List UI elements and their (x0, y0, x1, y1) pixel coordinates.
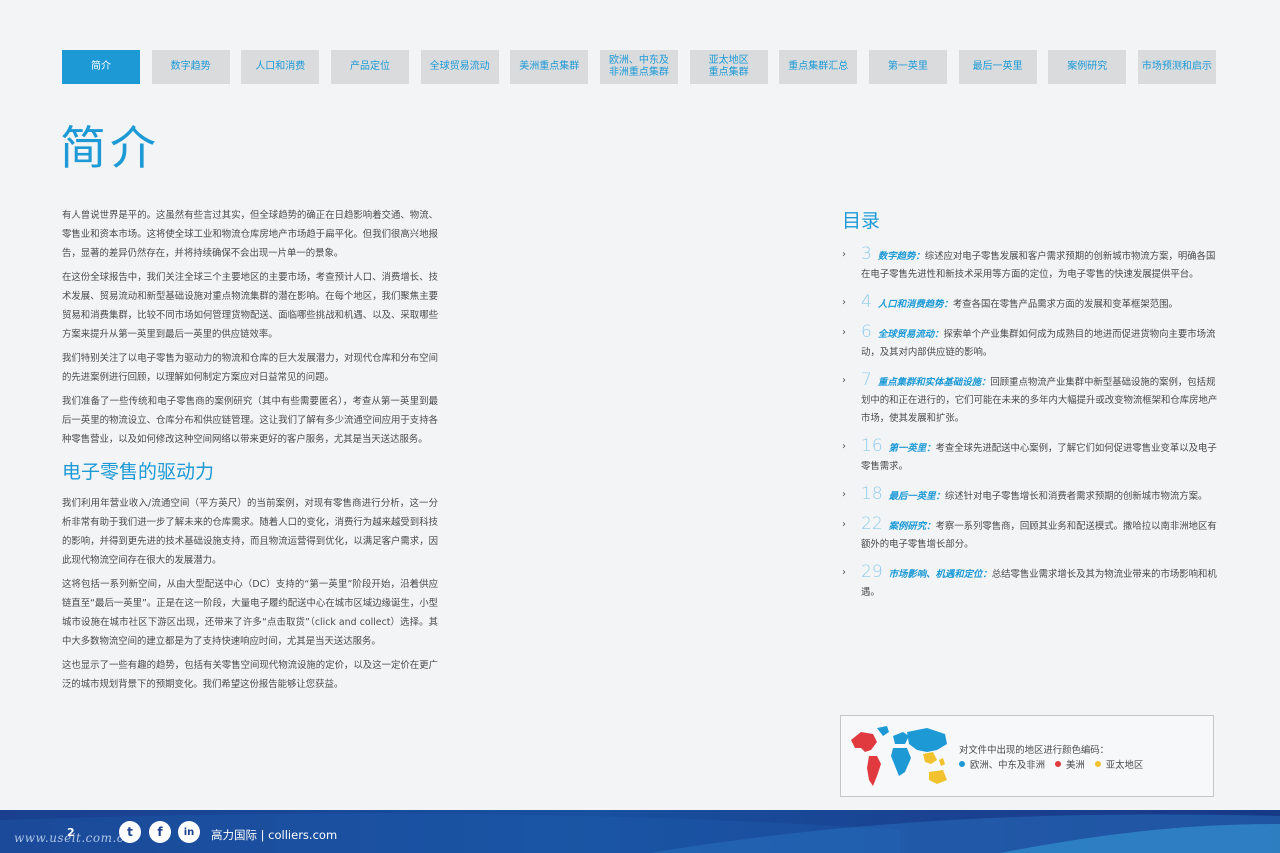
tab-last-mile[interactable]: 最后一英里 (958, 50, 1037, 84)
region-color-legend: 对文件中出现的地区进行颜色编码： 欧洲、中东及非洲 美洲 亚太地区 (840, 715, 1214, 797)
legend-item-americas: 美洲 (1055, 757, 1085, 771)
toc-page-number: 7 (861, 370, 872, 390)
dot-icon (1055, 761, 1062, 767)
tab-intro[interactable]: 简介 (62, 50, 140, 84)
toc-item[interactable]: › 18 最后一英里：综述针对电子零售增长和消费者需求预期的创新城市物流方案。 (842, 485, 1218, 506)
tab-market-forecast[interactable]: 市场预测和启示 (1137, 50, 1216, 84)
tab-apac-clusters[interactable]: 亚太地区 重点集群 (689, 50, 768, 84)
legend-item-emea: 欧洲、中东及非洲 (959, 757, 1045, 771)
chevron-right-icon: › (842, 489, 846, 500)
tab-digital-trends[interactable]: 数字趋势 (151, 50, 230, 84)
chevron-right-icon: › (842, 297, 846, 308)
toc-item[interactable]: › 7 重点集群和实体基础设施：回顾重点物流产业集群中新型基础设施的案例，包括规… (842, 371, 1218, 428)
toc-page-number: 29 (861, 562, 883, 582)
toc-item-text: 考查各国在零售产品需求方面的发展和变革框架范围。 (952, 299, 1178, 310)
chevron-right-icon: › (842, 327, 846, 338)
toc-item-title: 第一英里： (888, 443, 936, 454)
toc-list: › 3 数字趋势：综述应对电子零售发展和客户需求预期的创新城市物流方案，明确各国… (842, 245, 1218, 602)
brand-link[interactable]: 高力国际 | colliers.com (211, 827, 337, 843)
toc-item[interactable]: › 6 全球贸易流动：探索单个产业集群如何成为成熟目的地进而促进货物向主要市场流… (842, 323, 1218, 362)
tab-first-mile[interactable]: 第一英里 (868, 50, 947, 84)
toc-item-title: 最后一英里： (888, 491, 945, 502)
chevron-right-icon: › (842, 567, 846, 578)
legend-label: 欧洲、中东及非洲 (970, 760, 1046, 771)
toc-item-title: 全球贸易流动： (877, 329, 944, 340)
toc-heading: 目录 (842, 210, 881, 232)
tab-emea-clusters[interactable]: 欧洲、中东及 非洲重点集群 (599, 50, 678, 84)
tab-americas-clusters[interactable]: 美洲重点集群 (510, 50, 589, 84)
toc-page-number: 4 (861, 292, 872, 312)
toc-item[interactable]: › 16 第一英里：考查全球先进配送中心案例，了解它们如何促进零售业变革以及电子… (842, 437, 1218, 476)
dot-icon (959, 761, 965, 767)
world-map-icon (851, 726, 947, 786)
page-title: 简介 (60, 121, 160, 175)
body-paragraph: 这将包括一系列新空间，从由大型配送中心（DC）支持的“第一英里”阶段开始，沿着供… (62, 579, 438, 647)
legend-items: 欧洲、中东及非洲 美洲 亚太地区 (959, 757, 1143, 771)
toc-item-title: 案例研究： (888, 521, 936, 532)
toc-item-title: 市场影响、机遇和定位： (888, 569, 992, 580)
page-footer: www.useit.com.cn 2 t f in 高力国际 | collier… (0, 810, 1280, 853)
body-paragraph: 我们准备了一些传统和电子零售商的案例研究（其中有些需要匿名），考查从第一英里到最… (62, 396, 438, 445)
toc-item-title: 数字趋势： (877, 251, 925, 262)
facebook-icon[interactable]: f (149, 821, 171, 843)
toc-item[interactable]: › 29 市场影响、机遇和定位：总结零售业需求增长及其为物流业带来的市场影响和机… (842, 563, 1218, 602)
tab-cluster-summary[interactable]: 重点集群汇总 (779, 50, 858, 84)
toc-page-number: 18 (861, 484, 883, 504)
tab-global-trade-flows[interactable]: 全球贸易流动 (420, 50, 499, 84)
chevron-right-icon: › (842, 375, 846, 386)
body-paragraph: 有人曾说世界是平的。这虽然有些言过其实，但全球趋势的确正在日趋影响着交通、物流、… (62, 210, 438, 259)
intro-body: 有人曾说世界是平的。这虽然有些言过其实，但全球趋势的确正在日趋影响着交通、物流、… (62, 206, 438, 699)
twitter-icon[interactable]: t (119, 821, 141, 843)
toc-item[interactable]: › 3 数字趋势：综述应对电子零售发展和客户需求预期的创新城市物流方案，明确各国… (842, 245, 1218, 284)
tab-population-consumption[interactable]: 人口和消费 (241, 50, 320, 84)
linkedin-icon[interactable]: in (178, 821, 200, 843)
toc-page-number: 3 (861, 244, 872, 264)
toc-item-title: 人口和消费趋势： (877, 299, 953, 310)
toc-item-title: 重点集群和实体基础设施： (877, 377, 991, 388)
body-paragraph: 这也显示了一些有趣的趋势，包括有关零售空间现代物流设施的定价，以及这一定价在更广… (62, 660, 438, 690)
table-of-contents: 目录 › 3 数字趋势：综述应对电子零售发展和客户需求预期的创新城市物流方案，明… (842, 206, 1218, 611)
toc-page-number: 6 (861, 322, 872, 342)
section-tabs: 简介 数字趋势 人口和消费 产品定位 全球贸易流动 美洲重点集群 欧洲、中东及 … (62, 50, 1216, 84)
tab-product-positioning[interactable]: 产品定位 (330, 50, 409, 84)
body-paragraph: 我们利用年营业收入/流通空间（平方英尺）的当前案例，对现有零售商进行分析，这一分… (62, 498, 438, 566)
body-paragraph: 我们特别关注了以电子零售为驱动力的物流和仓库的巨大发展潜力，对现代仓库和分布空间… (62, 353, 438, 383)
legend-item-apac: 亚太地区 (1094, 757, 1144, 771)
toc-page-number: 22 (861, 514, 883, 534)
page-number: 2 (67, 826, 75, 839)
legend-label: 美洲 (1066, 760, 1085, 771)
toc-item[interactable]: › 22 案例研究：考察一系列零售商，回顾其业务和配送模式。撒哈拉以南非洲地区有… (842, 515, 1218, 554)
chevron-right-icon: › (842, 249, 846, 260)
dot-icon (1094, 761, 1101, 767)
tab-case-studies[interactable]: 案例研究 (1048, 50, 1127, 84)
chevron-right-icon: › (842, 519, 846, 530)
toc-item[interactable]: › 4 人口和消费趋势：考查各国在零售产品需求方面的发展和变革框架范围。 (842, 293, 1218, 314)
legend-title: 对文件中出现的地区进行颜色编码： (959, 745, 1110, 756)
chevron-right-icon: › (842, 441, 846, 452)
toc-item-text: 综述针对电子零售增长和消费者需求预期的创新城市物流方案。 (944, 491, 1208, 502)
section-subheading: 电子零售的驱动力 (62, 461, 215, 483)
body-paragraph: 在这份全球报告中，我们关注全球三个主要地区的主要市场，考查预计人口、消费增长、技… (62, 272, 438, 340)
toc-page-number: 16 (861, 436, 883, 456)
legend-label: 亚太地区 (1105, 760, 1144, 771)
